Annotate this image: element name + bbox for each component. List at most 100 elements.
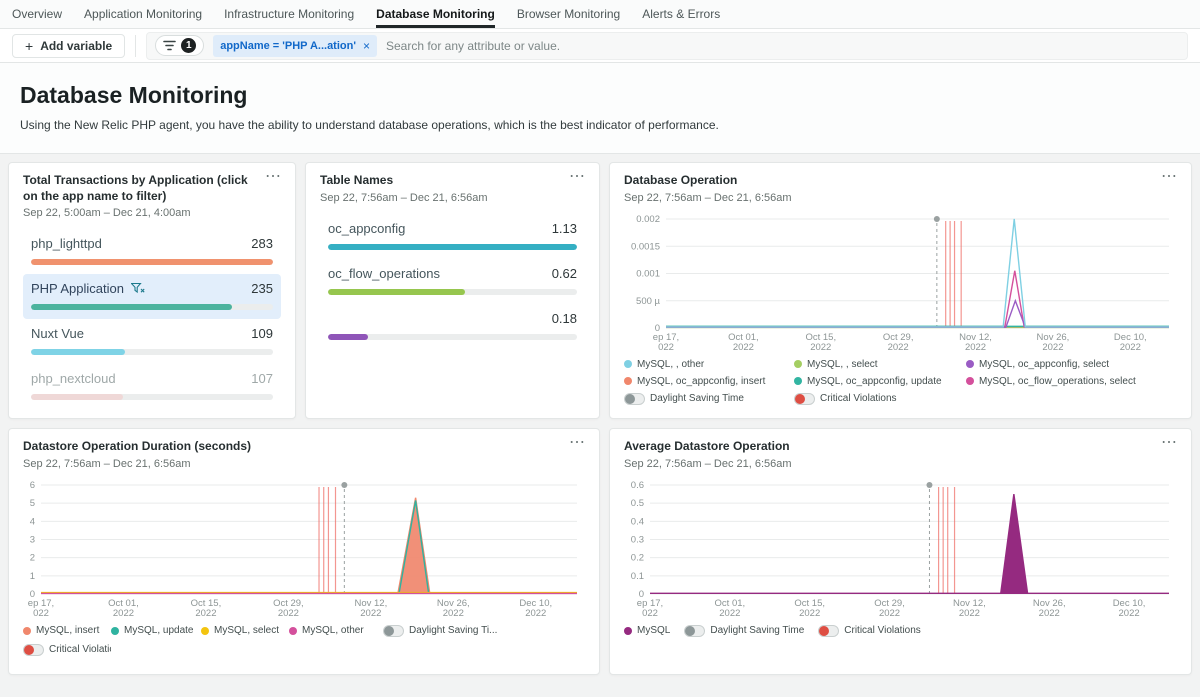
svg-text:2022: 2022 [810,342,831,352]
toggle-knob [384,626,394,636]
bar-value: 109 [251,326,273,341]
chart-svg: 6543210ep 17,022Oct 01,2022Oct 15,2022Oc… [23,476,585,618]
search-input[interactable]: Search for any attribute or value. [386,39,560,53]
legend-label: MySQL, , select [807,359,878,370]
tab-overview[interactable]: Overview [12,0,62,28]
bar-fill [31,304,232,310]
toggle-switch[interactable] [794,393,815,405]
card-menu-button[interactable]: ⋯ [265,166,283,186]
bar-label[interactable]: oc_appconfig [328,221,405,236]
chart-canvas: 0.60.50.40.30.20.10ep 17,022Oct 01,2022O… [624,476,1177,618]
bar-fill [328,289,465,295]
legend-toggle-item[interactable]: Critical Violations [818,625,921,637]
bar-label[interactable]: php_lighttpd [31,236,102,251]
legend-label: MySQL, oc_appconfig, select [979,359,1109,370]
svg-text:2022: 2022 [965,342,986,352]
bar-label[interactable]: Nuxt Vue [31,326,84,341]
bar-label[interactable]: PHP Application [31,281,124,296]
card-table-names: Table Names Sep 22, 7:56am – Dec 21, 6:5… [305,162,600,419]
legend-item[interactable]: MySQL, oc_appconfig, insert [624,376,794,387]
card-datastore-operation-duration: Datastore Operation Duration (seconds) S… [8,428,600,675]
card-date-range: Sep 22, 7:56am – Dec 21, 6:56am [624,458,1177,470]
legend-label: MySQL, select [214,625,279,636]
toggle-switch[interactable] [818,625,839,637]
legend-item[interactable]: MySQL, , select [794,359,966,370]
legend-item[interactable]: MySQL [624,625,670,637]
svg-text:2022: 2022 [1042,342,1063,352]
bar-row-head: 0.18 [328,311,577,326]
tab-browser-monitoring[interactable]: Browser Monitoring [517,0,620,28]
legend-color-dot [794,360,802,368]
chart-legend: MySQL Daylight Saving Time Critical Violat… [624,625,1177,637]
chip-close-icon[interactable]: × [363,39,370,53]
bar-row[interactable]: Nuxt Vue 109 [23,319,281,364]
legend-item[interactable]: MySQL, select [201,625,289,637]
legend-toggle-item[interactable]: Daylight Saving Ti... [383,625,585,637]
legend-label: MySQL, oc_flow_operations, select [979,376,1136,387]
legend-item[interactable]: MySQL, oc_appconfig, select [966,359,1177,370]
bar-value: 1.13 [552,221,577,236]
svg-text:0.4: 0.4 [631,516,644,527]
legend-item[interactable]: MySQL, , other [624,359,794,370]
filter-chip[interactable]: appName = 'PHP A...ation' × [213,35,377,57]
tab-database-monitoring[interactable]: Database Monitoring [376,0,495,28]
legend-label: Daylight Saving Ti... [409,625,497,636]
bar-row[interactable]: 0.18 [320,304,585,349]
svg-text:5: 5 [30,498,35,509]
legend-label: MySQL [637,625,670,636]
toggle-switch[interactable] [684,625,705,637]
toggle-switch[interactable] [383,625,404,637]
bar-row-head: PHP Application 235 [31,281,273,296]
legend-item[interactable]: MySQL, other [289,625,383,637]
add-variable-label: Add variable [40,39,112,53]
legend-item[interactable]: MySQL, insert [23,625,111,637]
bar-value: 235 [251,281,273,296]
bar-track [328,289,577,295]
tab-application-monitoring[interactable]: Application Monitoring [84,0,202,28]
bar-fill [31,259,273,265]
legend-item[interactable]: MySQL, oc_appconfig, update [794,376,966,387]
page-title: Database Monitoring [20,82,1180,109]
add-variable-button[interactable]: + Add variable [12,34,125,58]
legend-item[interactable]: MySQL, update [111,625,201,637]
bar-row[interactable]: PHP Application 235 [23,274,281,319]
bar-row[interactable]: oc_flow_operations0.62 [320,259,585,304]
bar-row[interactable]: php_lighttpd283 [23,229,281,274]
tab-infrastructure-monitoring[interactable]: Infrastructure Monitoring [224,0,354,28]
svg-text:2022: 2022 [443,608,464,618]
card-menu-button[interactable]: ⋯ [569,432,587,452]
card-menu-button[interactable]: ⋯ [1161,432,1179,452]
toggle-switch[interactable] [624,393,645,405]
legend-color-dot [966,360,974,368]
bar-row[interactable]: php_nextcloud107 [23,364,281,409]
bar-label[interactable]: oc_flow_operations [328,266,440,281]
bar-row[interactable]: oc_appconfig 1.13 [320,214,585,259]
bar-label[interactable]: php_nextcloud [31,371,116,386]
legend-toggle-item[interactable]: Daylight Saving Time [684,625,804,637]
filter-remove-icon[interactable] [131,283,145,294]
filter-button[interactable]: 1 [155,35,204,56]
svg-text:0.3: 0.3 [631,534,644,545]
bar-row-head: oc_flow_operations0.62 [328,266,577,281]
legend-label: Critical Violations [49,644,111,655]
card-menu-button[interactable]: ⋯ [1161,166,1179,186]
legend-label: MySQL, oc_appconfig, update [807,376,942,387]
tab-alerts-errors[interactable]: Alerts & Errors [642,0,720,28]
card-menu-button[interactable]: ⋯ [569,166,587,186]
svg-text:0.2: 0.2 [631,552,644,563]
legend-item[interactable]: MySQL, oc_flow_operations, select [966,376,1177,387]
bar-fill [31,394,123,400]
filter-bar: + Add variable 1 appName = 'PHP A...atio… [0,29,1200,63]
legend-label: MySQL, insert [36,625,99,636]
bar-row-head: oc_appconfig 1.13 [328,221,577,236]
chart-svg: 0.60.50.40.30.20.10ep 17,022Oct 01,2022O… [624,476,1177,618]
card-title: Datastore Operation Duration (seconds) [23,439,585,455]
toggle-knob [795,394,805,404]
svg-text:2022: 2022 [1119,608,1140,618]
legend-toggle-item[interactable]: Daylight Saving Time [624,393,794,405]
toggle-switch[interactable] [23,644,44,656]
legend-toggle-item[interactable]: Critical Violations [23,644,111,656]
toggle-knob [685,626,695,636]
svg-text:500 µ: 500 µ [636,295,660,306]
legend-toggle-item[interactable]: Critical Violations [794,393,966,405]
